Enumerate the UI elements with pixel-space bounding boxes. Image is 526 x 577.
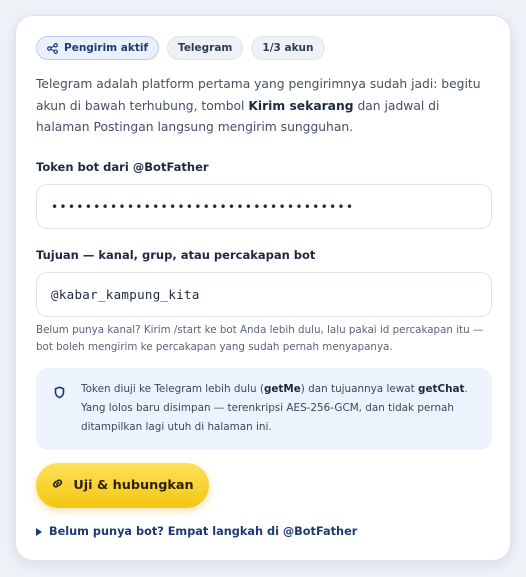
- token-value: ••••••••••••••••••••••••••••••••••••: [51, 199, 355, 214]
- chip-row: Pengirim aktif Telegram 1/3 akun: [36, 36, 325, 60]
- chip-label: Pengirim aktif: [64, 42, 149, 54]
- share-icon: [47, 42, 58, 54]
- chip-platform[interactable]: Telegram: [167, 36, 244, 60]
- target-value: @kabar_kampung_kita: [51, 287, 200, 302]
- help-text: Belum punya kanal? Kirim /start ke bot A…: [36, 324, 484, 353]
- botfather-steps-toggle[interactable]: Belum punya bot? Empat langkah di @BotFa…: [36, 525, 357, 538]
- security-note: Token diuji ke Telegram lebih dulu (getM…: [36, 368, 492, 450]
- test-connect-button[interactable]: Uji & hubungkan: [36, 463, 209, 508]
- shield-icon: [54, 384, 65, 403]
- caret-right-icon: [36, 527, 42, 536]
- note-text: Token diuji ke Telegram lebih dulu (getM…: [81, 383, 468, 433]
- intro-bold: Kirim sekarang: [248, 98, 354, 113]
- chip-label: Telegram: [178, 42, 233, 54]
- chip-account-count[interactable]: 1/3 akun: [251, 36, 325, 60]
- button-label: Uji & hubungkan: [73, 478, 194, 493]
- token-label: Token bot dari @BotFather: [36, 160, 209, 174]
- chip-label: 1/3 akun: [262, 42, 314, 54]
- chip-active-sender[interactable]: Pengirim aktif: [36, 36, 160, 60]
- details-label: Belum punya bot? Empat langkah di @BotFa…: [49, 525, 358, 538]
- intro-text: Telegram adalah platform pertama yang pe…: [36, 77, 481, 134]
- target-label: Tujuan — kanal, grup, atau percakapan bo…: [36, 248, 316, 262]
- target-input[interactable]: @kabar_kampung_kita: [36, 272, 492, 317]
- link-icon: [51, 477, 64, 494]
- telegram-sender-card: Pengirim aktif Telegram 1/3 akun Telegra…: [15, 15, 511, 561]
- token-input[interactable]: ••••••••••••••••••••••••••••••••••••: [36, 184, 492, 229]
